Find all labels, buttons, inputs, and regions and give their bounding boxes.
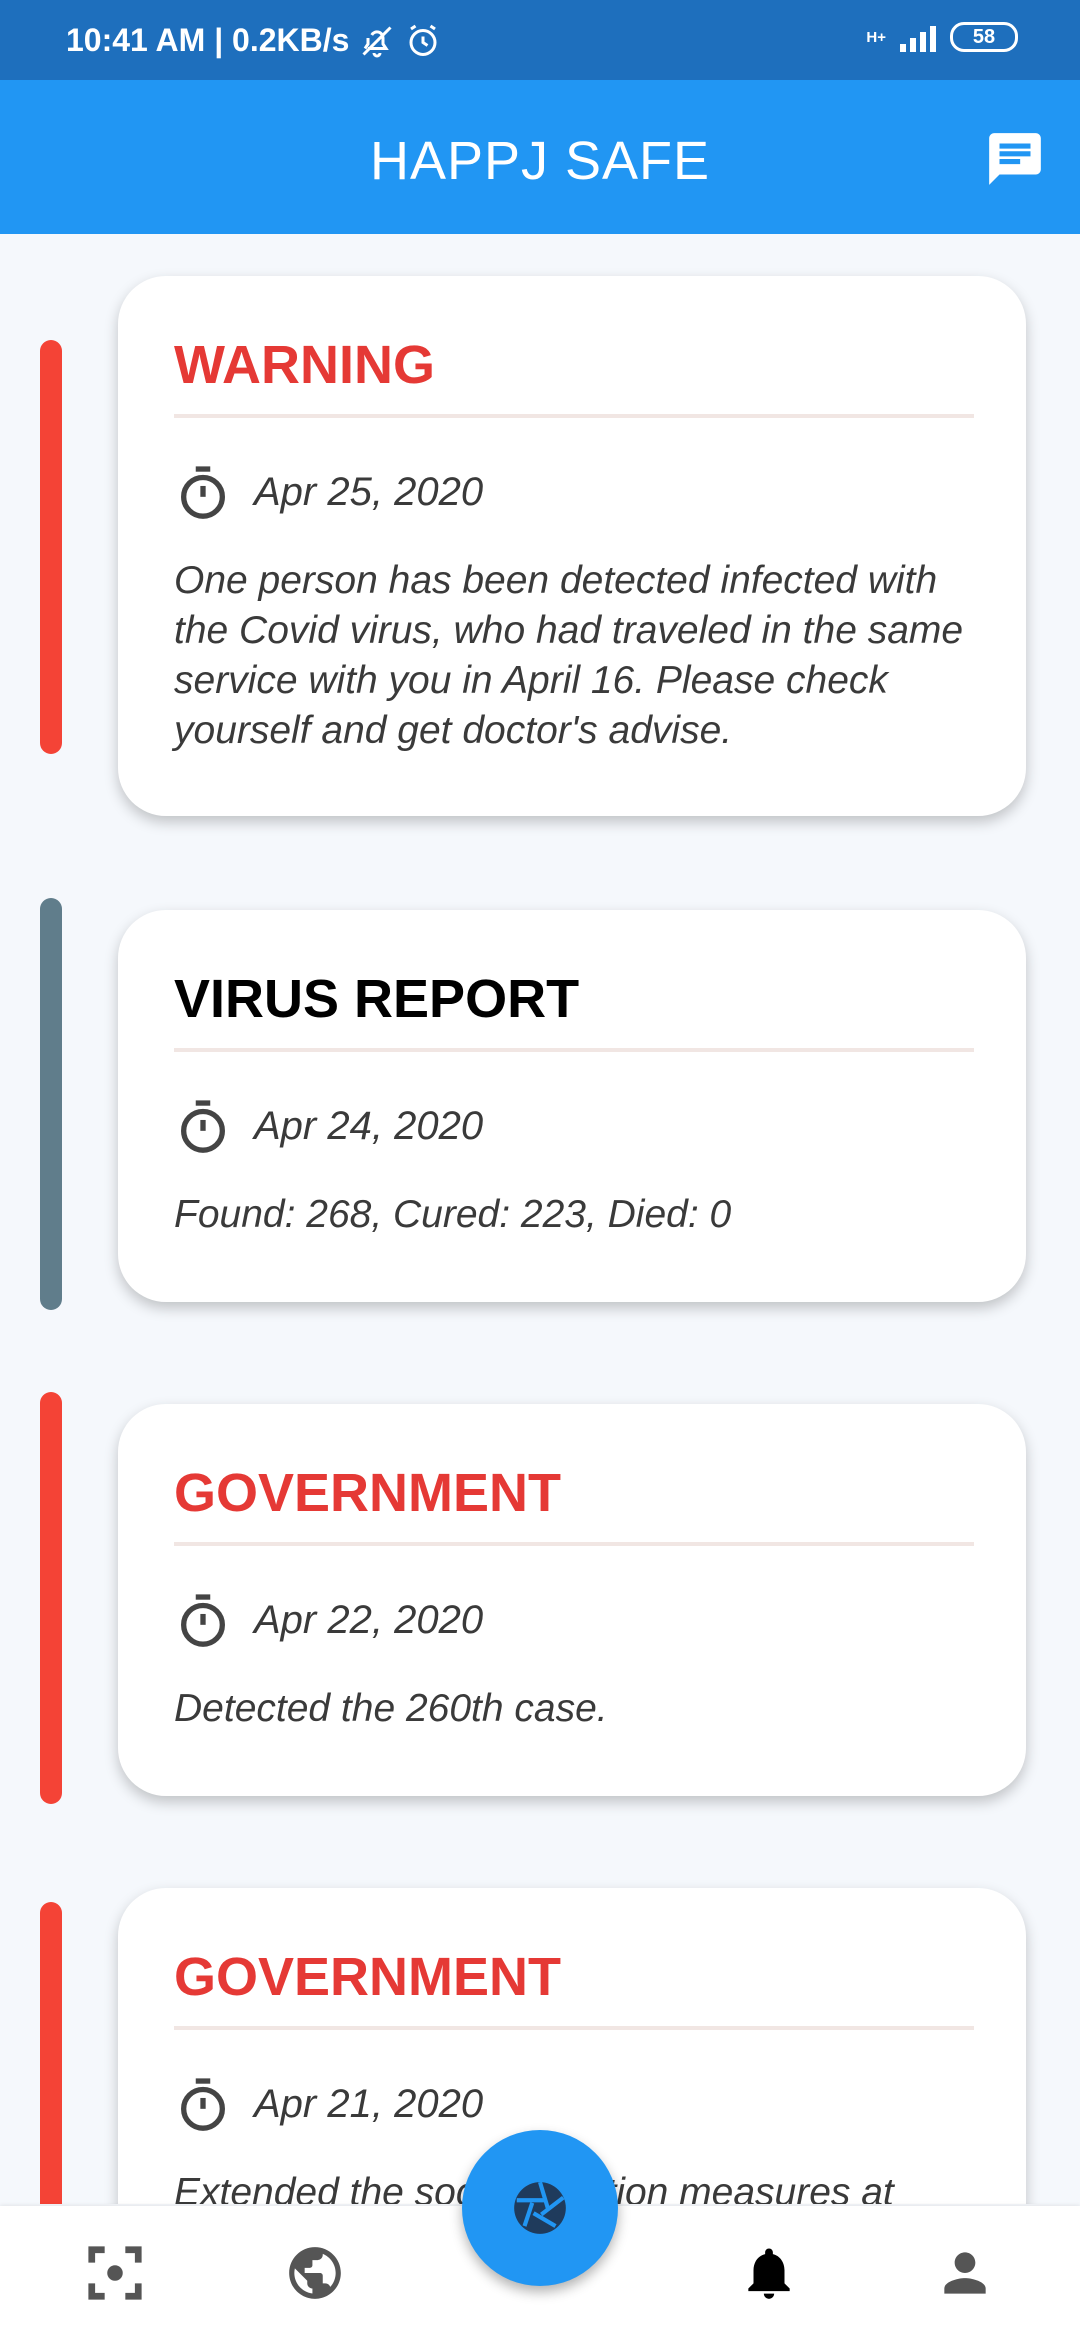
card-date-row: Apr 25, 2020 bbox=[174, 462, 970, 522]
stopwatch-icon bbox=[181, 1100, 225, 1153]
card-indicator bbox=[40, 1902, 62, 2204]
card-body: One person has been detected infected wi… bbox=[174, 559, 964, 752]
notification-card[interactable]: GOVERNMENT Apr 22, 2020 Detected the 260… bbox=[118, 1404, 1026, 1796]
card-indicator bbox=[40, 898, 62, 1310]
battery-icon: 58 bbox=[950, 22, 1018, 52]
status-left: 10:41 AM | 0.2KB/s bbox=[66, 22, 441, 59]
notification-card[interactable]: VIRUS REPORT Apr 24, 2020 Found: 268, Cu… bbox=[118, 910, 1026, 1302]
app-bar: HAPPJ SAFE bbox=[0, 80, 1080, 234]
card-date: Apr 21, 2020 bbox=[254, 2081, 484, 2126]
card-date: Apr 22, 2020 bbox=[254, 1597, 484, 1642]
battery-level: 58 bbox=[972, 25, 996, 48]
card-date: Apr 24, 2020 bbox=[254, 1103, 484, 1148]
globe-icon[interactable] bbox=[284, 2242, 346, 2304]
card-date: Apr 25, 2020 bbox=[254, 469, 484, 514]
chat-icon[interactable] bbox=[984, 128, 1046, 190]
notification-card[interactable]: WARNING Apr 25, 2020 One person has been… bbox=[118, 276, 1026, 816]
card-category: VIRUS REPORT bbox=[174, 969, 580, 1029]
camera-aperture-icon bbox=[514, 2181, 566, 2234]
status-time: 10:41 AM | 0.2KB/s bbox=[66, 22, 350, 58]
card-divider bbox=[174, 1542, 974, 1546]
stopwatch-icon bbox=[181, 1594, 225, 1647]
notification-feed[interactable]: WARNING Apr 25, 2020 One person has been… bbox=[0, 234, 1080, 2204]
card-indicator bbox=[40, 340, 62, 754]
status-right: H+ 58 bbox=[866, 22, 1018, 52]
bell-icon[interactable] bbox=[738, 2242, 800, 2304]
person-icon[interactable] bbox=[934, 2242, 996, 2304]
card-category: GOVERNMENT bbox=[174, 1947, 562, 2007]
stopwatch-icon bbox=[181, 2078, 225, 2131]
card-date-row: Apr 21, 2020 bbox=[174, 2074, 970, 2134]
card-category: WARNING bbox=[174, 335, 435, 395]
card-divider bbox=[174, 414, 974, 418]
scan-icon[interactable] bbox=[84, 2242, 146, 2304]
stopwatch-icon bbox=[181, 466, 225, 519]
alarm-icon bbox=[409, 24, 437, 56]
signal-icon bbox=[900, 22, 936, 52]
card-divider bbox=[174, 1048, 974, 1052]
app-title: HAPPJ SAFE bbox=[369, 131, 711, 191]
camera-fab-button[interactable] bbox=[462, 2130, 618, 2286]
card-date-row: Apr 24, 2020 bbox=[174, 1096, 970, 1156]
status-bar: 10:41 AM | 0.2KB/s H+ 58 bbox=[0, 0, 1080, 80]
card-date-row: Apr 22, 2020 bbox=[174, 1590, 970, 1650]
bell-off-icon bbox=[362, 25, 392, 57]
card-category: GOVERNMENT bbox=[174, 1463, 562, 1523]
card-indicator bbox=[40, 1392, 62, 1804]
network-type: H+ bbox=[866, 28, 886, 46]
card-body: Detected the 260th case. bbox=[174, 1687, 608, 1730]
card-divider bbox=[174, 2026, 974, 2030]
card-body: Found: 268, Cured: 223, Died: 0 bbox=[174, 1193, 732, 1236]
